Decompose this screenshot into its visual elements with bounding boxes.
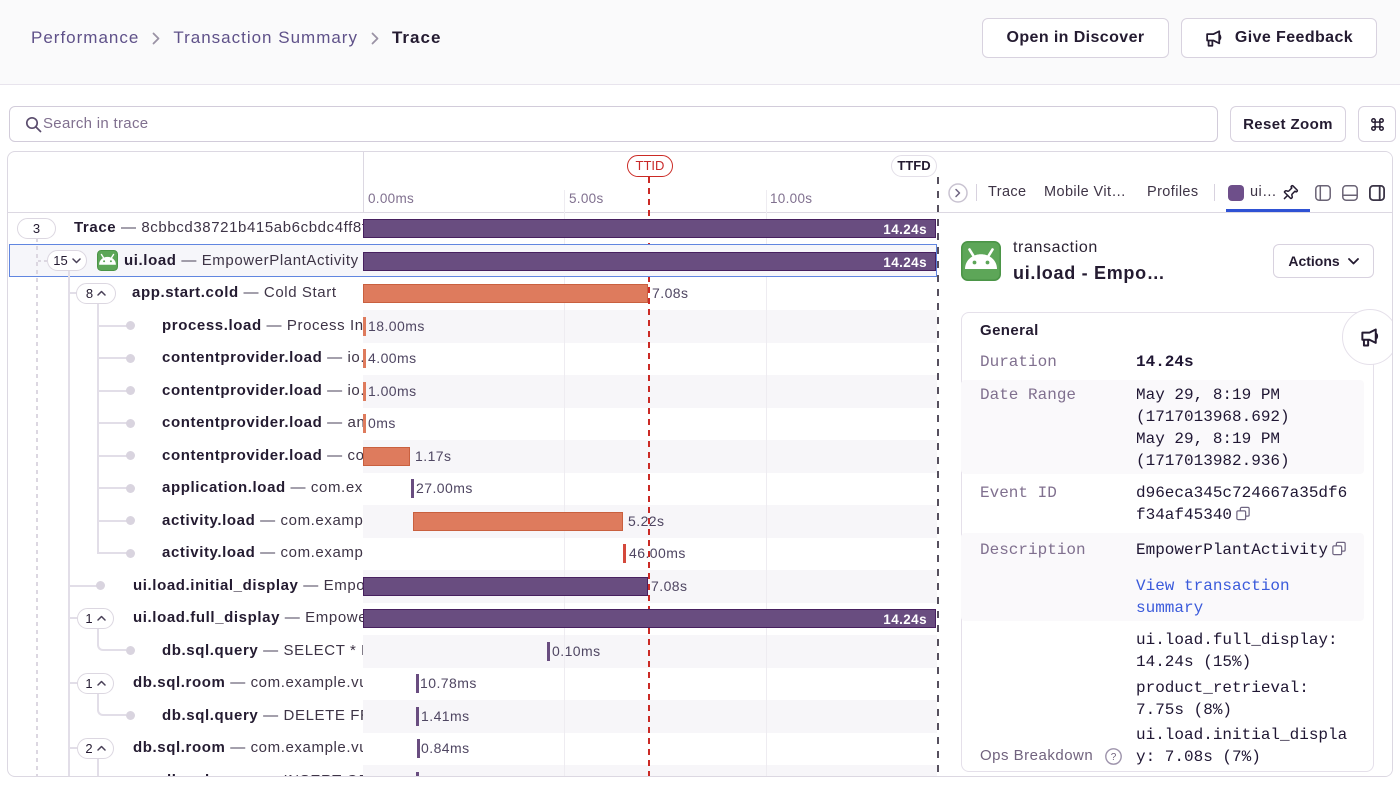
svg-text:?: ? [1111,752,1117,763]
